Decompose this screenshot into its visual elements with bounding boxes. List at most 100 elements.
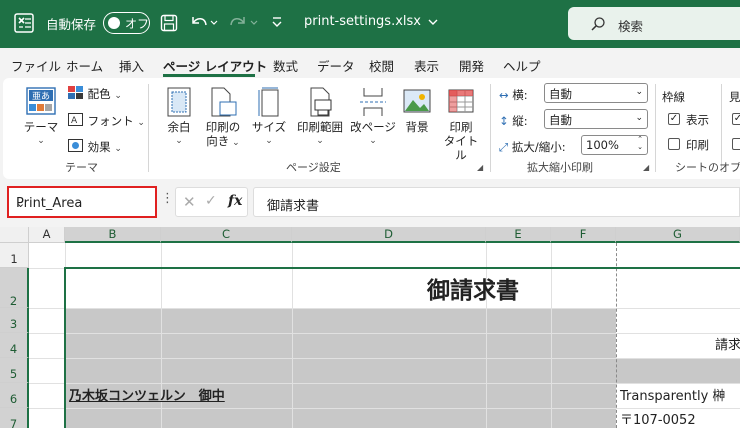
- enter-icon[interactable]: ✓: [205, 193, 217, 209]
- gridlines-heading: 枠線: [662, 90, 685, 104]
- cell-d2-title: 御請求書: [427, 278, 519, 304]
- width-label: ↔ 横:: [499, 88, 528, 102]
- orientation-icon: [211, 87, 237, 117]
- print-titles-label-1: 印刷: [449, 120, 473, 134]
- page-setup-launcher-icon[interactable]: ◢: [477, 163, 483, 172]
- tab-help[interactable]: ヘルプ: [503, 56, 541, 75]
- breaks-button[interactable]: 改ページ ⌄: [350, 86, 396, 148]
- name-box[interactable]: Print_Area ⌄: [7, 186, 157, 218]
- gridlines-print-checkbox[interactable]: [668, 138, 680, 150]
- tab-page-layout[interactable]: ページ レイアウト: [163, 56, 267, 75]
- ribbon: 亜あ テーマ ⌄ 配色 ⌄ A フォント ⌄ 効果 ⌄ テーマ 余白 ⌄ 印刷の…: [3, 78, 740, 179]
- column-header-c[interactable]: C: [161, 227, 292, 243]
- save-icon[interactable]: [160, 14, 178, 32]
- row-header-7[interactable]: 7: [0, 408, 29, 428]
- redo-icon[interactable]: [229, 13, 259, 33]
- insert-function-icon[interactable]: fx: [228, 193, 242, 209]
- headings-view-checkbox[interactable]: ✓: [732, 113, 740, 125]
- themes-label: テーマ: [23, 120, 59, 134]
- column-header-e[interactable]: E: [486, 227, 551, 243]
- tab-data[interactable]: データ: [317, 56, 355, 75]
- size-icon: [258, 87, 279, 117]
- print-titles-button[interactable]: 印刷 タイトル: [439, 86, 483, 162]
- chevron-down-icon[interactable]: ⌄: [16, 197, 147, 210]
- toggle-knob: [108, 17, 120, 29]
- undo-icon[interactable]: [189, 13, 219, 33]
- row-header-5[interactable]: 5: [0, 358, 29, 383]
- height-label: ↕ 縦:: [499, 114, 528, 128]
- fonts-label: フォント: [87, 114, 134, 128]
- scale-label: ⤢ 拡大/縮小:: [499, 140, 566, 154]
- gridlines-print-label: 印刷: [686, 138, 709, 152]
- select-all-button[interactable]: [0, 227, 29, 243]
- autosave-state: オフ: [125, 17, 150, 31]
- print-titles-label-2: タイトル: [443, 134, 479, 162]
- formula-controls: ✕ ✓ fx: [175, 187, 248, 217]
- breaks-icon: [360, 88, 386, 116]
- cell-g7-postal: 〒107-0052: [620, 413, 696, 428]
- effects-icon: [68, 139, 83, 152]
- cell-b6-customer: 乃木坂コンツェルン 御中: [69, 389, 225, 404]
- background-icon: [403, 89, 431, 113]
- cell-g6-company: Transparently 榊: [620, 389, 726, 404]
- tab-review[interactable]: 校閲: [369, 56, 394, 75]
- tab-insert[interactable]: 挿入: [119, 56, 144, 75]
- row-header-1[interactable]: 1: [0, 243, 29, 268]
- size-button[interactable]: サイズ ⌄: [251, 86, 287, 148]
- search-placeholder: 検索: [618, 19, 644, 34]
- active-tab-indicator: [163, 74, 255, 77]
- file-name[interactable]: print-settings.xlsx: [304, 14, 440, 29]
- page-setup-group-label: ページ設定: [286, 161, 341, 174]
- effects-button[interactable]: 効果 ⌄: [68, 139, 122, 155]
- column-header-g[interactable]: G: [616, 227, 740, 243]
- row-header-3[interactable]: 3: [0, 308, 29, 333]
- effects-label: 効果: [87, 140, 111, 154]
- size-label: サイズ: [251, 120, 287, 134]
- orientation-button[interactable]: 印刷の 向き ⌄: [202, 86, 244, 150]
- tab-file[interactable]: ファイル: [11, 56, 61, 75]
- file-name-text: print-settings.xlsx: [304, 14, 421, 29]
- margins-button[interactable]: 余白 ⌄: [163, 86, 195, 148]
- headings-print-checkbox[interactable]: [732, 138, 740, 150]
- tab-home[interactable]: ホーム: [66, 56, 103, 75]
- width-select[interactable]: 自動 ⌄: [544, 83, 648, 103]
- column-header-f[interactable]: F: [551, 227, 616, 243]
- autosave-toggle[interactable]: オフ: [103, 12, 150, 34]
- gridlines-view-checkbox[interactable]: ✓: [668, 113, 680, 125]
- scale-spinner[interactable]: 100% ⌃ ⌄: [581, 135, 648, 155]
- column-header-d[interactable]: D: [292, 227, 486, 243]
- background-button[interactable]: 背景: [400, 86, 434, 134]
- chevron-down-icon: ⌄: [37, 136, 45, 146]
- fonts-button[interactable]: A フォント ⌄: [68, 113, 145, 129]
- row-header-2[interactable]: 2: [0, 268, 29, 308]
- worksheet-grid[interactable]: A B C D E F G 1 2 3 4 5 6 7 御請求書 請求 乃木坂コ…: [0, 227, 740, 428]
- ribbon-tabs: ファイル ホーム 挿入 ページ レイアウト 数式 データ 校閲 表示 開発 ヘル…: [0, 48, 740, 78]
- column-header-a[interactable]: A: [29, 227, 65, 243]
- row-header-6[interactable]: 6: [0, 383, 29, 408]
- row-header-4[interactable]: 4: [0, 333, 29, 358]
- gridlines-view-label: 表示: [686, 113, 709, 127]
- tab-view[interactable]: 表示: [414, 56, 439, 75]
- tab-formulas[interactable]: 数式: [273, 56, 298, 75]
- height-select[interactable]: 自動 ⌄: [544, 109, 648, 129]
- customize-quick-access-icon[interactable]: [270, 14, 284, 30]
- column-header-b[interactable]: B: [65, 227, 161, 243]
- formula-input[interactable]: 御請求書: [253, 187, 740, 217]
- print-titles-icon: [448, 89, 474, 113]
- formula-value: 御請求書: [267, 199, 320, 214]
- colors-button[interactable]: 配色 ⌄: [68, 86, 122, 102]
- more-options-icon[interactable]: ⋮: [161, 191, 174, 206]
- cancel-icon[interactable]: ✕: [183, 193, 196, 211]
- excel-logo-icon: [14, 13, 34, 33]
- themes-button[interactable]: 亜あ テーマ ⌄: [21, 86, 61, 148]
- search-box[interactable]: 検索: [568, 7, 740, 40]
- spinner-arrows-icon[interactable]: ⌃ ⌄: [637, 135, 643, 151]
- svg-text:A: A: [71, 116, 78, 126]
- print-area-icon: [310, 87, 332, 117]
- orientation-label-2: 向き: [206, 134, 230, 148]
- width-value: 自動: [549, 87, 572, 101]
- tab-developer[interactable]: 開発: [459, 56, 484, 75]
- scale-launcher-icon[interactable]: ◢: [643, 163, 649, 172]
- print-area-button[interactable]: 印刷範囲 ⌄: [293, 86, 347, 148]
- background-label: 背景: [405, 120, 429, 134]
